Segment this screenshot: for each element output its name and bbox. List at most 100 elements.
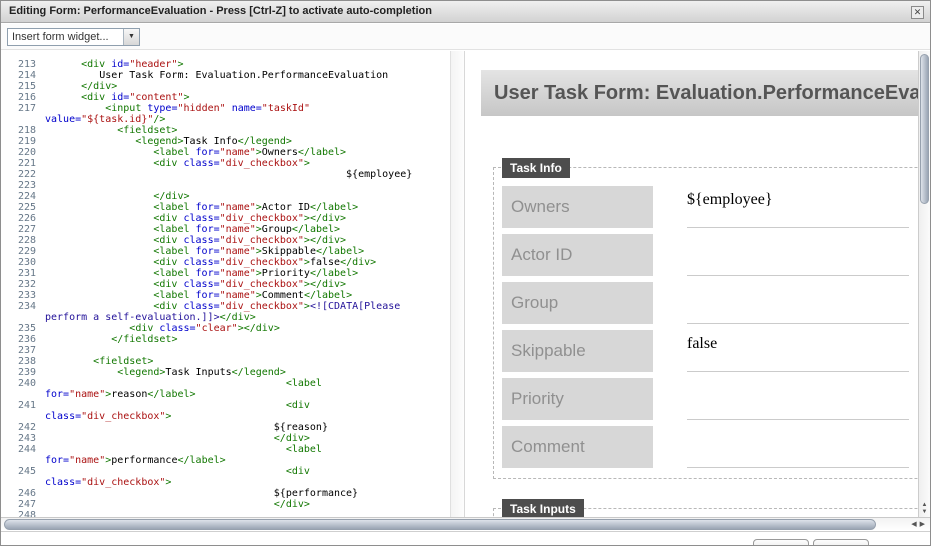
scroll-right-icon[interactable]: ▶ xyxy=(920,521,928,528)
line-number: 220 xyxy=(1,147,45,158)
scroll-left-icon[interactable]: ◀ xyxy=(911,521,919,528)
field-label: Group xyxy=(502,282,653,324)
code-editor[interactable]: 213 <div id="header">214 User Task Form:… xyxy=(1,51,450,517)
insert-widget-dropdown[interactable]: Insert form widget... ▼ xyxy=(7,28,140,46)
line-number: 226 xyxy=(1,213,45,224)
code-text: <div xyxy=(45,466,450,477)
code-text: <label for="name">Owners</label> xyxy=(45,147,450,158)
code-text: <div class="div_checkbox"></div> xyxy=(45,279,450,290)
scroll-up-icon[interactable]: ▲ xyxy=(922,502,928,508)
code-line: 217 <input type="hidden" name="taskId" xyxy=(1,103,450,114)
code-text: <div class="div_checkbox"></div> xyxy=(45,235,450,246)
code-line: 243 </div> xyxy=(1,433,450,444)
code-line: 223 xyxy=(1,180,450,191)
fieldset-legend: Task Info xyxy=(502,158,570,178)
code-line: 232 <div class="div_checkbox"></div> xyxy=(1,279,450,290)
code-text: ${employee} xyxy=(45,169,450,180)
code-lines: 213 <div id="header">214 User Task Form:… xyxy=(1,59,450,517)
vertical-scroll-arrows[interactable]: ▲ ▼ xyxy=(919,502,930,516)
preview-row: Owners${employee} xyxy=(502,186,918,228)
insert-widget-dropdown-value: Insert form widget... xyxy=(8,29,139,45)
field-value: ${employee} xyxy=(687,186,909,228)
code-text: <div xyxy=(45,400,450,411)
footer-button-2[interactable] xyxy=(813,539,869,546)
line-number: 240 xyxy=(1,378,45,389)
code-text: perform a self-evaluation.]]></div> xyxy=(45,312,450,323)
code-text xyxy=(45,345,450,356)
preview-row: Comment xyxy=(502,426,918,468)
code-line: 227 <label for="name">Group</label> xyxy=(1,224,450,235)
line-number: 223 xyxy=(1,180,45,191)
code-text: <label for="name">Skippable</label> xyxy=(45,246,450,257)
code-text: <label for="name">Group</label> xyxy=(45,224,450,235)
code-line: 230 <div class="div_checkbox">false</div… xyxy=(1,257,450,268)
code-line: 224 </div> xyxy=(1,191,450,202)
code-line: 247 </div> xyxy=(1,499,450,510)
code-line: 213 <div id="header"> xyxy=(1,59,450,70)
code-text: <div id="content"> xyxy=(45,92,450,103)
code-line: 248 xyxy=(1,510,450,517)
dialog-title: Editing Form: PerformanceEvaluation - Pr… xyxy=(1,1,930,22)
line-number: 230 xyxy=(1,257,45,268)
line-number: 234 xyxy=(1,301,45,312)
code-text: <div class="div_checkbox"></div> xyxy=(45,213,450,224)
fieldset-legend: Task Inputs xyxy=(502,499,584,517)
line-number: 229 xyxy=(1,246,45,257)
chevron-down-icon[interactable]: ▼ xyxy=(123,29,139,45)
split-pane: 213 <div id="header">214 User Task Form:… xyxy=(1,51,930,517)
code-text: for="name">performance</label> xyxy=(45,455,450,466)
line-number: 214 xyxy=(1,70,45,81)
line-number xyxy=(1,455,45,466)
field-value xyxy=(687,378,909,420)
code-line: perform a self-evaluation.]]></div> xyxy=(1,312,450,323)
line-number: 243 xyxy=(1,433,45,444)
code-line: 226 <div class="div_checkbox"></div> xyxy=(1,213,450,224)
code-text: <label for="name">Comment</label> xyxy=(45,290,450,301)
field-value xyxy=(687,282,909,324)
field-label: Actor ID xyxy=(502,234,653,276)
line-number: 219 xyxy=(1,136,45,147)
scroll-down-icon[interactable]: ▼ xyxy=(922,509,928,515)
form-editor-dialog: Editing Form: PerformanceEvaluation - Pr… xyxy=(0,0,931,546)
code-text: <div class="clear"></div> xyxy=(45,323,450,334)
horizontal-scroll-thumb[interactable] xyxy=(4,519,876,530)
code-text: </div> xyxy=(45,499,450,510)
line-number: 235 xyxy=(1,323,45,334)
dialog-footer xyxy=(1,533,930,546)
code-line: for="name">performance</label> xyxy=(1,455,450,466)
line-number: 225 xyxy=(1,202,45,213)
editor-scrollbar[interactable] xyxy=(450,51,465,517)
line-number: 239 xyxy=(1,367,45,378)
code-text: </fieldset> xyxy=(45,334,450,345)
line-number: 217 xyxy=(1,103,45,114)
code-text: class="div_checkbox"> xyxy=(45,411,450,422)
line-number: 241 xyxy=(1,400,45,411)
code-line: value="${task.id}"/> xyxy=(1,114,450,125)
code-line: 228 <div class="div_checkbox"></div> xyxy=(1,235,450,246)
code-text: ${performance} xyxy=(45,488,450,499)
code-line: 240 <label xyxy=(1,378,450,389)
line-number xyxy=(1,411,45,422)
close-icon[interactable]: ✕ xyxy=(911,6,924,19)
horizontal-scroll-arrows[interactable]: ◀▶ xyxy=(911,518,928,531)
line-number: 231 xyxy=(1,268,45,279)
code-line: 229 <label for="name">Skippable</label> xyxy=(1,246,450,257)
code-line: class="div_checkbox"> xyxy=(1,477,450,488)
code-line: 244 <label xyxy=(1,444,450,455)
code-text: <label for="name">Actor ID</label> xyxy=(45,202,450,213)
code-line: 242 ${reason} xyxy=(1,422,450,433)
code-text xyxy=(45,510,450,517)
code-line: 215 </div> xyxy=(1,81,450,92)
line-number: 238 xyxy=(1,356,45,367)
line-number: 216 xyxy=(1,92,45,103)
line-number: 236 xyxy=(1,334,45,345)
preview-vertical-scrollbar[interactable]: ▲ ▼ xyxy=(918,51,930,517)
horizontal-scrollbar[interactable]: ◀▶ xyxy=(1,517,930,532)
line-number: 218 xyxy=(1,125,45,136)
vertical-scroll-thumb[interactable] xyxy=(920,54,929,204)
line-number: 221 xyxy=(1,158,45,169)
preview-fieldset: Task Inputs xyxy=(493,508,918,517)
code-text: <div class="div_checkbox">false</div> xyxy=(45,257,450,268)
line-number: 228 xyxy=(1,235,45,246)
footer-button-1[interactable] xyxy=(753,539,809,546)
